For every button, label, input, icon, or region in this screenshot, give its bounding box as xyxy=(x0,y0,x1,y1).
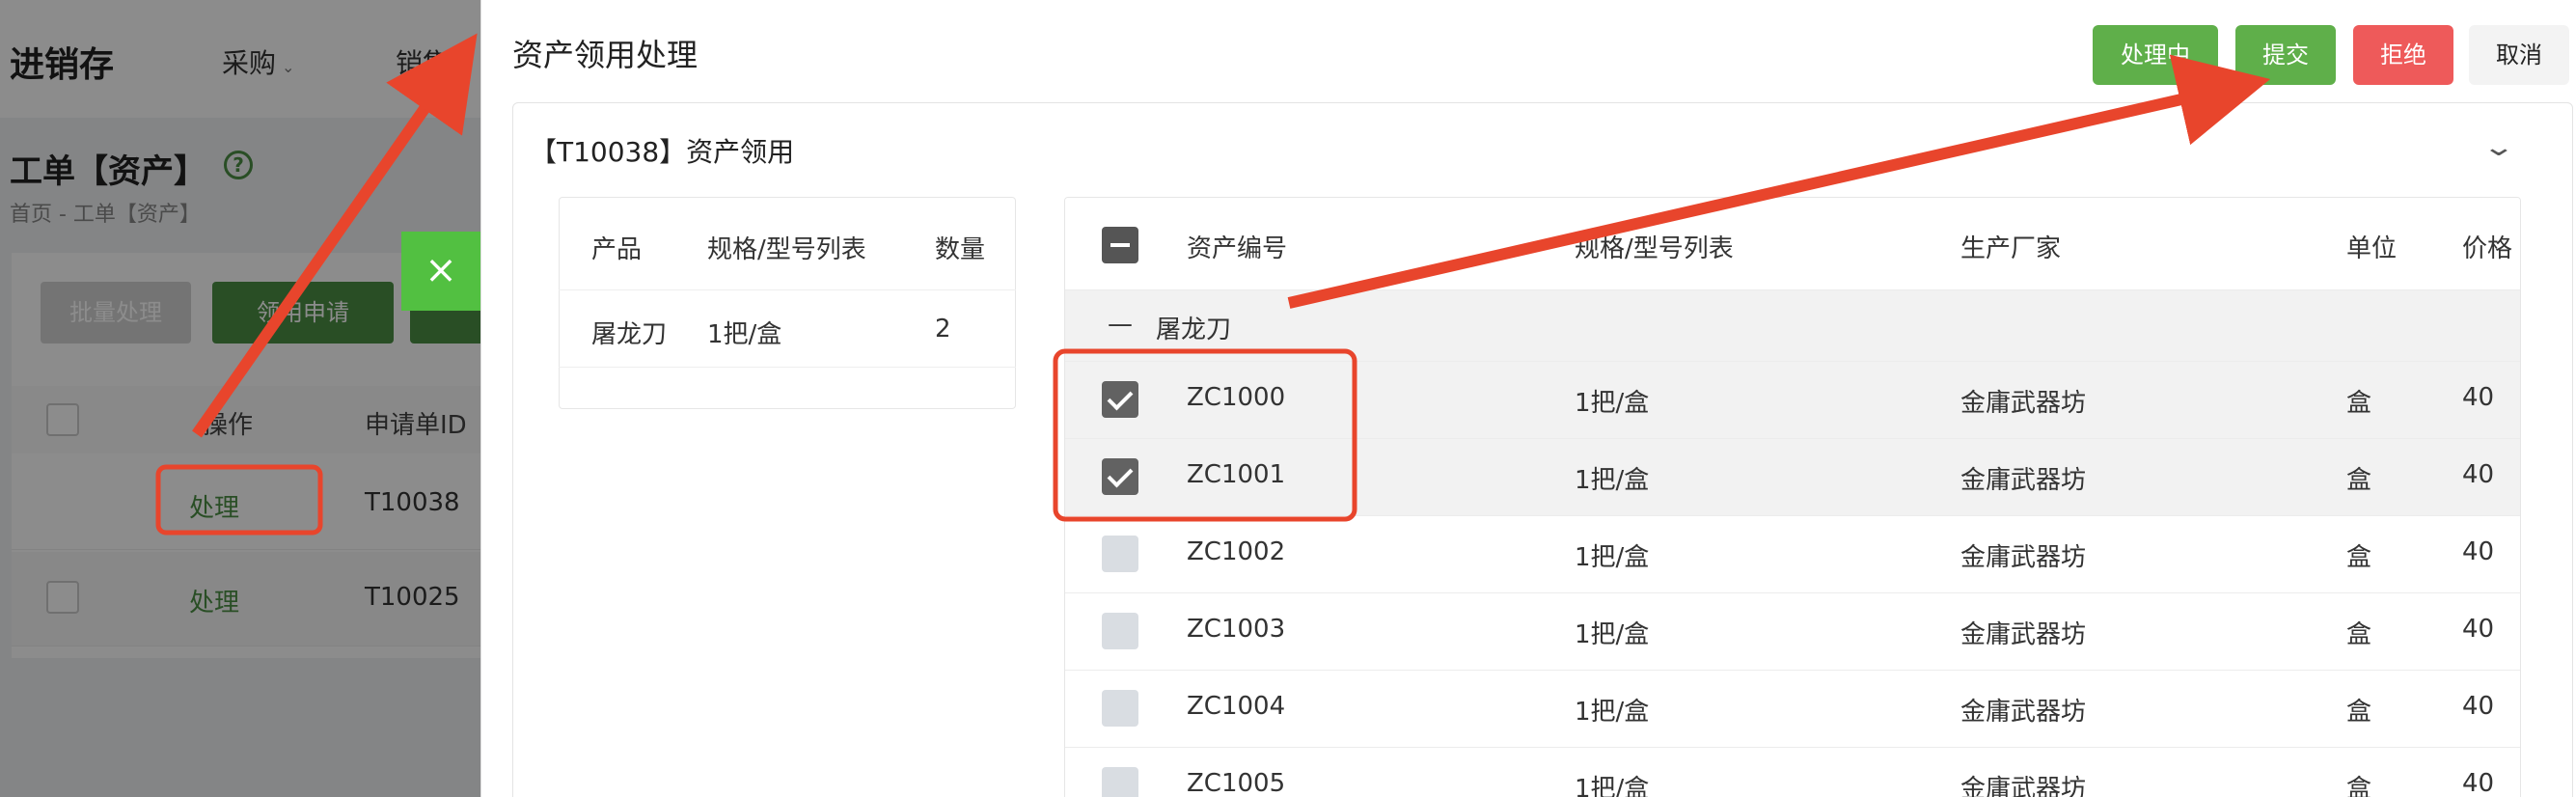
asset-spec: 1把/盒 xyxy=(1575,620,1650,649)
asset-code: ZC1003 xyxy=(1187,615,1286,644)
product-qty: 2 xyxy=(935,315,951,344)
asset-code: ZC1001 xyxy=(1187,460,1286,489)
asset-code: ZC1002 xyxy=(1187,537,1286,566)
select-all-checkbox[interactable] xyxy=(1102,227,1138,263)
row-checkbox[interactable] xyxy=(1102,613,1138,649)
reject-button[interactable]: 拒绝 xyxy=(2353,25,2453,85)
modal-overlay[interactable] xyxy=(0,0,480,797)
column-header-qty: 数量 xyxy=(935,235,986,264)
row-checkbox[interactable] xyxy=(1102,458,1138,495)
asset-table: 资产编号 规格/型号列表 生产厂家 单位 价格 — 屠龙刀 ZC1000 1把/盒… xyxy=(1064,197,2521,797)
asset-spec: 1把/盒 xyxy=(1575,543,1650,572)
divider xyxy=(559,367,1016,368)
row-checkbox[interactable] xyxy=(1102,767,1138,797)
column-header-maker: 生产厂家 xyxy=(1960,234,2062,263)
chevron-down-icon[interactable]: ⌄ xyxy=(2481,133,2515,162)
asset-price: 40 xyxy=(2462,383,2495,412)
column-header-product: 产品 xyxy=(591,235,643,264)
asset-maker: 金庸武器坊 xyxy=(1960,620,2087,649)
drawer-title: 资产领用处理 xyxy=(512,37,699,73)
asset-unit: 盒 xyxy=(2346,698,2372,727)
group-row[interactable]: — 屠龙刀 xyxy=(1065,290,2520,362)
table-row[interactable]: ZC1000 1把/盒 金庸武器坊 盒 40 xyxy=(1065,362,2520,439)
section-title: 【T10038】资产领用 xyxy=(530,136,795,168)
asset-maker: 金庸武器坊 xyxy=(1960,543,2087,572)
group-label: 屠龙刀 xyxy=(1156,316,1232,344)
asset-unit: 盒 xyxy=(2346,543,2372,572)
collapse-group-icon[interactable]: — xyxy=(1108,310,1133,339)
column-header-spec: 规格/型号列表 xyxy=(707,235,866,264)
asset-spec: 1把/盒 xyxy=(1575,389,1650,418)
row-checkbox[interactable] xyxy=(1102,381,1138,418)
product-table xyxy=(559,197,1016,409)
asset-maker: 金庸武器坊 xyxy=(1960,466,2087,495)
asset-unit: 盒 xyxy=(2346,620,2372,649)
column-header-price: 价格 xyxy=(2462,234,2513,263)
table-row[interactable]: ZC1004 1把/盒 金庸武器坊 盒 40 xyxy=(1065,671,2520,748)
submit-button[interactable]: 提交 xyxy=(2235,25,2336,85)
asset-spec: 1把/盒 xyxy=(1575,775,1650,797)
asset-maker: 金庸武器坊 xyxy=(1960,775,2087,797)
close-icon[interactable]: × xyxy=(401,232,480,311)
asset-process-drawer: 资产领用处理 处理中 提交 拒绝 取消 【T10038】资产领用 ⌄ 产品 规格… xyxy=(480,0,2576,797)
cancel-button[interactable]: 取消 xyxy=(2469,25,2569,85)
column-header-unit: 单位 xyxy=(2346,234,2398,263)
asset-code: ZC1005 xyxy=(1187,769,1286,797)
asset-maker: 金庸武器坊 xyxy=(1960,389,2087,418)
asset-unit: 盒 xyxy=(2346,389,2372,418)
asset-code: ZC1000 xyxy=(1187,383,1286,412)
background-app: 进销存 采购 ⌄ 销售 ⌄ 工单【资产】 ? 首页 - 工单【资产】 批量处理 领用… xyxy=(0,0,480,797)
asset-price: 40 xyxy=(2462,692,2495,721)
asset-price: 40 xyxy=(2462,537,2495,566)
processing-button[interactable]: 处理中 xyxy=(2093,25,2218,85)
product-spec: 1把/盒 xyxy=(707,320,782,349)
asset-unit: 盒 xyxy=(2346,775,2372,797)
asset-code: ZC1004 xyxy=(1187,692,1286,721)
column-header-spec: 规格/型号列表 xyxy=(1575,234,1734,263)
asset-price: 40 xyxy=(2462,769,2495,797)
table-header: 资产编号 规格/型号列表 生产厂家 单位 价格 xyxy=(1065,198,2520,290)
table-row[interactable]: ZC1001 1把/盒 金庸武器坊 盒 40 xyxy=(1065,439,2520,516)
asset-price: 40 xyxy=(2462,460,2495,489)
table-row[interactable]: ZC1005 1把/盒 金庸武器坊 盒 40 xyxy=(1065,748,2520,797)
asset-price: 40 xyxy=(2462,615,2495,644)
row-checkbox[interactable] xyxy=(1102,536,1138,572)
divider xyxy=(559,289,1016,290)
table-row[interactable]: ZC1003 1把/盒 金庸武器坊 盒 40 xyxy=(1065,593,2520,671)
asset-unit: 盒 xyxy=(2346,466,2372,495)
column-header-code: 资产编号 xyxy=(1187,234,1288,263)
table-row[interactable]: ZC1002 1把/盒 金庸武器坊 盒 40 xyxy=(1065,516,2520,593)
asset-maker: 金庸武器坊 xyxy=(1960,698,2087,727)
product-name: 屠龙刀 xyxy=(591,320,668,349)
asset-spec: 1把/盒 xyxy=(1575,466,1650,495)
asset-spec: 1把/盒 xyxy=(1575,698,1650,727)
row-checkbox[interactable] xyxy=(1102,690,1138,727)
